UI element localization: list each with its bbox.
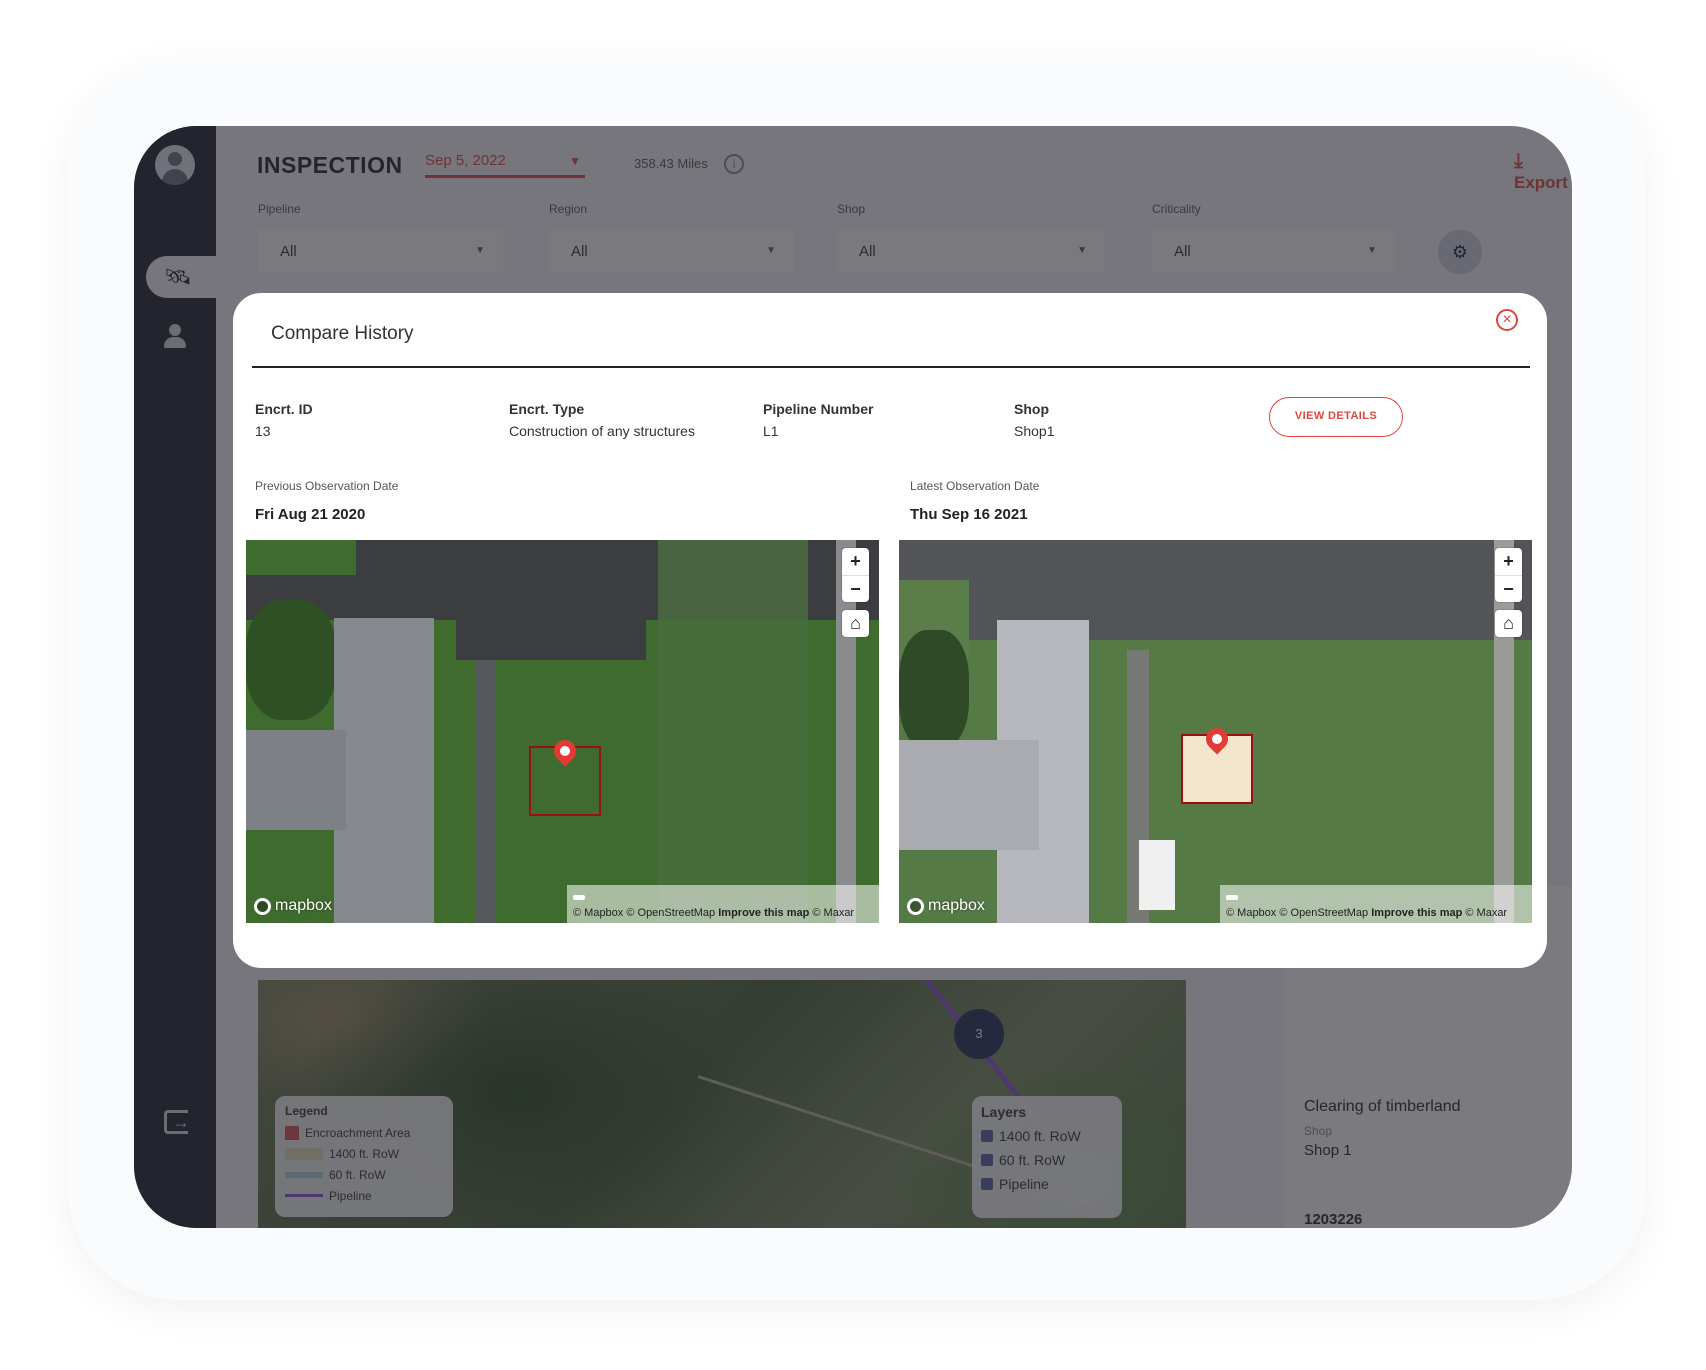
- zoom-out-button[interactable]: −: [842, 575, 869, 602]
- mapbox-logo-icon: [907, 897, 924, 915]
- zoom-in-button[interactable]: +: [842, 548, 869, 575]
- mapbox-logo-icon: [254, 897, 271, 915]
- modal-divider: [252, 366, 1530, 368]
- scale-bar: [1226, 895, 1238, 900]
- shed-roof: [1139, 840, 1175, 910]
- encroachment-id-label: Encrt. ID: [255, 401, 313, 417]
- shop-label: Shop: [1014, 401, 1049, 417]
- building-roof: [899, 740, 1039, 850]
- compare-history-modal: Compare History × Encrt. ID 13 Encrt. Ty…: [233, 293, 1547, 968]
- home-button[interactable]: ⌂: [842, 610, 869, 637]
- map-attribution: © Mapbox © OpenStreetMap Improve this ma…: [567, 885, 879, 923]
- latest-observation-date: Thu Sep 16 2021: [910, 506, 1028, 523]
- modal-title: Compare History: [271, 323, 414, 344]
- previous-satellite-map[interactable]: + − ⌂ mapbox © Mapbox © OpenStreetMap Im…: [246, 540, 879, 923]
- improve-map-link[interactable]: Improve this map: [718, 907, 809, 919]
- zoom-controls: + −: [842, 548, 869, 602]
- mapbox-logo-text: mapbox: [928, 897, 985, 914]
- parking-lot: [899, 540, 1532, 640]
- shop-value: Shop1: [1014, 423, 1055, 439]
- improve-map-link[interactable]: Improve this map: [1371, 907, 1462, 919]
- previous-observation-date: Fri Aug 21 2020: [255, 506, 366, 523]
- building-roof: [334, 618, 434, 923]
- encroachment-type-label: Encrt. Type: [509, 401, 585, 417]
- tree-canopy: [899, 630, 969, 750]
- previous-observation-label: Previous Observation Date: [255, 479, 399, 493]
- latest-observation-label: Latest Observation Date: [910, 479, 1040, 493]
- attribution-text: © Mapbox © OpenStreetMap: [573, 907, 716, 919]
- home-icon: ⌂: [850, 613, 861, 633]
- encroachment-id-value: 13: [255, 423, 271, 439]
- scale-bar: [573, 895, 585, 900]
- attribution-text: © Maxar: [812, 907, 855, 919]
- mapbox-logo-text: mapbox: [275, 897, 332, 914]
- mapbox-logo[interactable]: mapbox: [907, 897, 985, 915]
- view-details-button[interactable]: VIEW DETAILS: [1269, 397, 1403, 437]
- latest-satellite-map[interactable]: + − ⌂ mapbox © Mapbox © OpenStreetMap Im…: [899, 540, 1532, 923]
- encroachment-type-value: Construction of any structures: [509, 423, 695, 439]
- zoom-out-button[interactable]: −: [1495, 575, 1522, 602]
- close-icon[interactable]: ×: [1496, 309, 1518, 331]
- parking-lot: [456, 620, 646, 660]
- cemetery-rows: [658, 540, 808, 923]
- map-attribution: © Mapbox © OpenStreetMap Improve this ma…: [1220, 885, 1532, 923]
- road: [476, 660, 496, 923]
- building-roof: [246, 730, 346, 830]
- home-icon: ⌂: [1503, 613, 1514, 633]
- mapbox-logo[interactable]: mapbox: [254, 897, 332, 915]
- app-window: 🛰 → INSPECTION Sep 5, 2022 ▼ 358.43 Mile…: [134, 126, 1572, 1228]
- zoom-in-button[interactable]: +: [1495, 548, 1522, 575]
- home-button[interactable]: ⌂: [1495, 610, 1522, 637]
- lawn-area: [246, 540, 356, 575]
- attribution-text: © Mapbox © OpenStreetMap: [1226, 907, 1369, 919]
- zoom-controls: + −: [1495, 548, 1522, 602]
- attribution-text: © Maxar: [1465, 907, 1508, 919]
- pipeline-number-label: Pipeline Number: [763, 401, 874, 417]
- tree-canopy: [246, 600, 336, 720]
- pipeline-number-value: L1: [763, 423, 779, 439]
